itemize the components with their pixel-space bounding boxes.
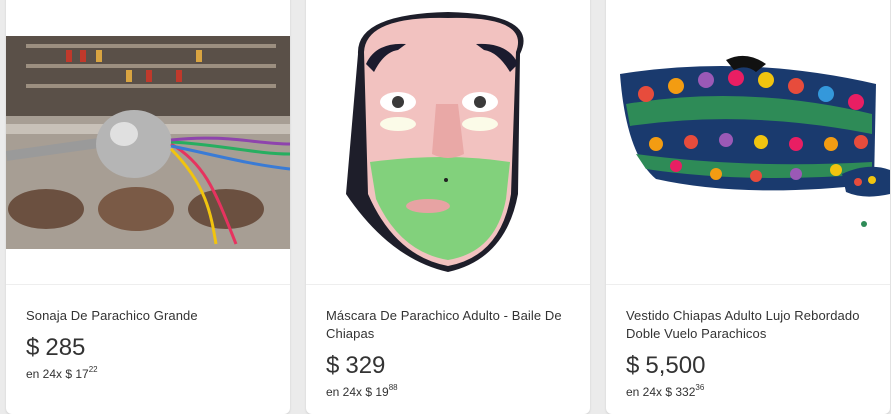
product-price: $329 (326, 352, 385, 380)
embroidered-dress-photo (620, 55, 890, 227)
installments-prefix: en 24x (626, 385, 663, 399)
installments-info: en 24x $ 1988 (326, 383, 398, 399)
product-title[interactable]: Sonaja De Parachico Grande (26, 307, 276, 325)
product-image-sonaja[interactable] (6, 0, 290, 284)
product-price: $5,500 (626, 352, 705, 380)
currency-symbol: $ (626, 352, 640, 379)
installments-prefix: en 24x (26, 367, 63, 381)
installment-cents: 22 (88, 365, 98, 374)
price-amount: 285 (45, 334, 86, 361)
product-price: $285 (26, 334, 85, 362)
price-amount: 5,500 (645, 352, 706, 379)
product-image-vestido[interactable] (606, 0, 890, 284)
card-divider (6, 284, 290, 285)
product-card-mascara[interactable]: Máscara De Parachico Adulto - Baile De C… (306, 0, 590, 414)
installment-amount: $ 332 (665, 385, 696, 399)
product-title[interactable]: Vestido Chiapas Adulto Lujo Rebordado Do… (626, 307, 876, 343)
product-image-mascara[interactable] (306, 0, 590, 284)
maraca-rattle-photo (6, 36, 290, 249)
installment-amount: $ 17 (65, 367, 89, 381)
card-divider (606, 284, 890, 285)
currency-symbol: $ (26, 334, 40, 361)
product-title[interactable]: Máscara De Parachico Adulto - Baile De C… (326, 307, 576, 343)
carved-mask-photo (346, 12, 524, 272)
installments-prefix: en 24x (326, 385, 363, 399)
installment-amount: $ 19 (365, 385, 389, 399)
installment-cents: 88 (388, 383, 398, 392)
product-card-sonaja[interactable]: Sonaja De Parachico Grande $285 en 24x $… (6, 0, 290, 414)
installments-info: en 24x $ 33236 (626, 383, 705, 399)
card-divider (306, 284, 590, 285)
installments-info: en 24x $ 1722 (26, 365, 98, 381)
price-amount: 329 (345, 352, 386, 379)
installment-cents: 36 (695, 383, 705, 392)
product-card-vestido[interactable]: Vestido Chiapas Adulto Lujo Rebordado Do… (606, 0, 890, 414)
currency-symbol: $ (326, 352, 340, 379)
